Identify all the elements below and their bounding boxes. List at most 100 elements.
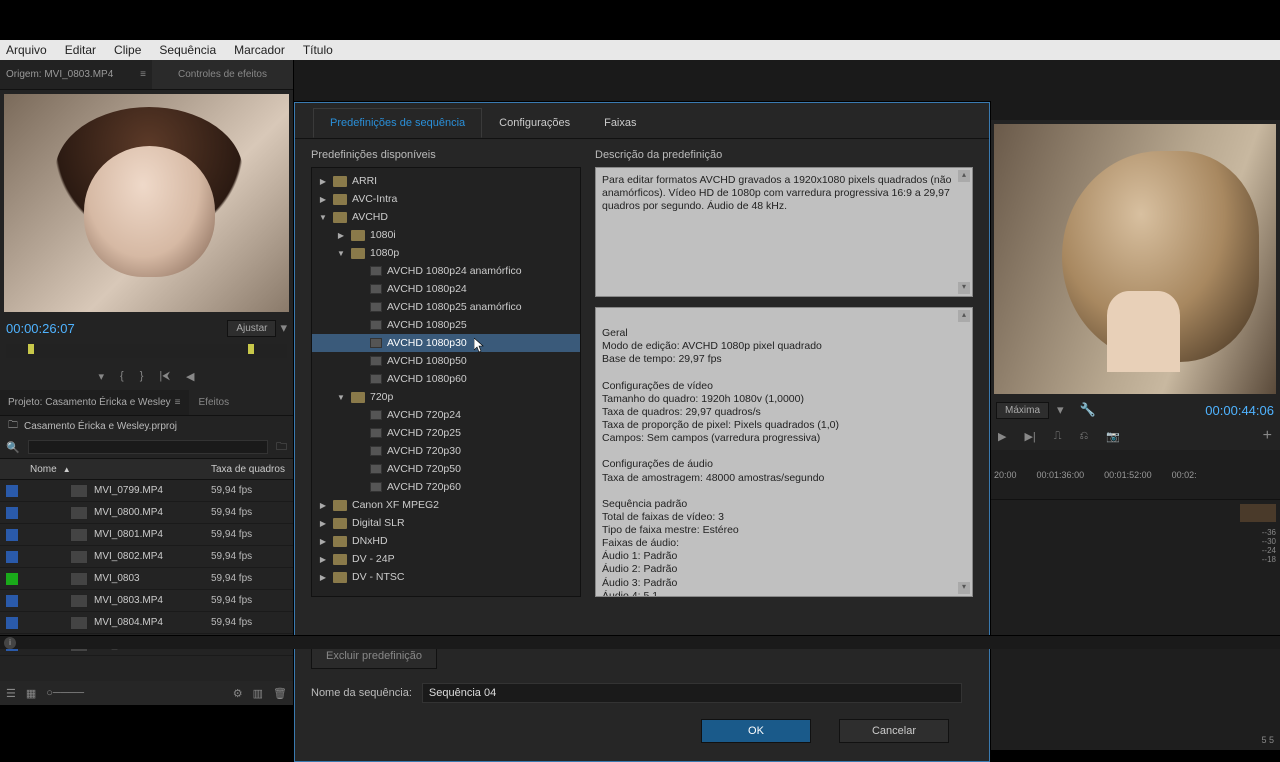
menu-clip[interactable]: Clipe [114, 43, 141, 57]
preset-item[interactable]: AVCHD 720p60 [312, 478, 580, 496]
label-color-swatch[interactable] [6, 617, 18, 629]
menu-file[interactable]: Arquivo [6, 43, 47, 57]
preset-item[interactable]: AVCHD 1080p24 [312, 280, 580, 298]
panel-menu-icon[interactable]: ≡ [140, 69, 146, 80]
preset-folder[interactable]: 720p [312, 388, 580, 406]
export-frame-icon[interactable]: 📷 [1106, 430, 1120, 443]
source-zoom-dropdown[interactable]: Ajustar [227, 320, 276, 337]
program-timecode[interactable]: 00:00:44:06 [1205, 403, 1274, 418]
preset-item[interactable]: AVCHD 1080p25 [312, 316, 580, 334]
zoom-slider[interactable]: ○──── [46, 687, 84, 699]
panel-menu-icon[interactable]: ≡ [175, 397, 181, 408]
in-point-marker[interactable] [28, 344, 34, 354]
project-item-row[interactable]: MVI_0804.MP459,94 fps [0, 612, 293, 634]
preset-folder[interactable]: DV - 24P [312, 550, 580, 568]
preset-item[interactable]: AVCHD 1080p30 [312, 334, 580, 352]
program-monitor-viewport[interactable] [994, 124, 1276, 394]
program-quality-dropdown[interactable]: Máxima [996, 402, 1049, 419]
preset-item[interactable]: AVCHD 1080p24 anamórfico [312, 262, 580, 280]
label-color-swatch[interactable] [6, 529, 18, 541]
cancel-button[interactable]: Cancelar [839, 719, 949, 743]
info-icon[interactable]: i [4, 637, 16, 649]
preset-folder[interactable]: Canon XF MPEG2 [312, 496, 580, 514]
step-forward-icon[interactable]: ▶| [1024, 430, 1035, 443]
effects-tab[interactable]: Efeitos [199, 397, 230, 408]
preset-folder[interactable]: Digital SLR [312, 514, 580, 532]
preset-folder[interactable]: DV - NTSC [312, 568, 580, 586]
add-marker-icon[interactable]: ▾ [98, 370, 104, 383]
project-item-row[interactable]: MVI_080359,94 fps [0, 568, 293, 590]
step-back-icon[interactable]: ◀ [186, 370, 194, 383]
disclosure-arrow-icon[interactable] [318, 195, 328, 204]
project-item-row[interactable]: MVI_0800.MP459,94 fps [0, 502, 293, 524]
label-color-swatch[interactable] [6, 573, 18, 585]
scroll-up-icon[interactable]: ▴ [958, 170, 970, 182]
new-bin-icon[interactable]: 🗀 [276, 438, 287, 457]
source-monitor-viewport[interactable] [4, 94, 289, 312]
out-point-marker[interactable] [248, 344, 254, 354]
source-tab-origin[interactable]: Origem: MVI_0803.MP4 [6, 69, 113, 80]
disclosure-arrow-icon[interactable] [318, 501, 328, 510]
disclosure-arrow-icon[interactable] [318, 519, 328, 528]
label-color-swatch[interactable] [6, 595, 18, 607]
extract-icon[interactable]: ⎌ [1080, 430, 1089, 443]
settings-wrench-icon[interactable]: 🔧 [1080, 402, 1096, 418]
menu-edit[interactable]: Editar [65, 43, 96, 57]
menu-title[interactable]: Título [303, 43, 333, 57]
disclosure-arrow-icon[interactable] [336, 249, 346, 258]
ok-button[interactable]: OK [701, 719, 811, 743]
scroll-down-icon[interactable]: ▾ [958, 282, 970, 294]
list-view-icon[interactable]: ☰ [6, 687, 16, 700]
project-item-row[interactable]: MVI_0799.MP459,94 fps [0, 480, 293, 502]
preset-folder[interactable]: AVCHD [312, 208, 580, 226]
column-name-header[interactable]: Nome [30, 464, 57, 475]
disclosure-arrow-icon[interactable] [318, 213, 328, 222]
disclosure-arrow-icon[interactable] [318, 177, 328, 186]
search-icon[interactable]: 🔍 [6, 441, 20, 454]
preset-folder[interactable]: 1080p [312, 244, 580, 262]
preset-item[interactable]: AVCHD 720p25 [312, 424, 580, 442]
project-item-row[interactable]: MVI_0803.MP459,94 fps [0, 590, 293, 612]
label-color-swatch[interactable] [6, 551, 18, 563]
project-item-row[interactable]: MVI_0802.MP459,94 fps [0, 546, 293, 568]
preset-folder[interactable]: ARRI [312, 172, 580, 190]
timeline-ruler[interactable]: 20:00 00:01:36:00 00:01:52:00 00:02: [990, 450, 1280, 500]
disclosure-arrow-icon[interactable] [318, 573, 328, 582]
source-timecode[interactable]: 00:00:26:07 [6, 321, 75, 336]
preset-item[interactable]: AVCHD 720p30 [312, 442, 580, 460]
tab-tracks[interactable]: Faixas [587, 108, 653, 138]
mark-out-icon[interactable]: } [140, 370, 144, 382]
scroll-down-icon[interactable]: ▾ [958, 582, 970, 594]
trash-icon[interactable]: 🗑 [273, 687, 287, 700]
preset-folder[interactable]: AVC-Intra [312, 190, 580, 208]
disclosure-arrow-icon[interactable] [336, 231, 346, 240]
preset-tree[interactable]: ARRIAVC-IntraAVCHD1080i1080pAVCHD 1080p2… [311, 167, 581, 597]
mark-in-icon[interactable]: { [120, 370, 124, 382]
project-tab[interactable]: Projeto: Casamento Éricka e Wesley [8, 397, 171, 408]
tab-settings[interactable]: Configurações [482, 108, 587, 138]
preset-folder[interactable]: 1080i [312, 226, 580, 244]
preset-item[interactable]: AVCHD 1080p60 [312, 370, 580, 388]
preset-item[interactable]: AVCHD 720p50 [312, 460, 580, 478]
button-editor-plus-icon[interactable]: + [1263, 427, 1272, 445]
sort-asc-icon[interactable]: ▲ [63, 465, 71, 474]
lift-icon[interactable]: ⎍ [1054, 430, 1062, 443]
scroll-up-icon[interactable]: ▴ [958, 310, 970, 322]
project-search-input[interactable] [28, 440, 268, 454]
disclosure-arrow-icon[interactable] [318, 537, 328, 546]
project-item-row[interactable]: MVI_0801.MP459,94 fps [0, 524, 293, 546]
preset-item[interactable]: AVCHD 1080p50 [312, 352, 580, 370]
preset-item[interactable]: AVCHD 720p24 [312, 406, 580, 424]
play-icon[interactable]: ▶ [998, 430, 1006, 443]
icon-view-icon[interactable]: ▦ [26, 687, 36, 700]
find-icon[interactable]: ⚙ [233, 687, 243, 700]
tab-sequence-presets[interactable]: Predefinições de sequência [313, 108, 482, 138]
new-item-icon[interactable]: ▥ [253, 687, 263, 700]
column-fps-header[interactable]: Taxa de quadros [211, 464, 285, 475]
preset-folder[interactable]: DNxHD [312, 532, 580, 550]
go-to-in-icon[interactable]: |⮜ [159, 370, 170, 383]
source-timeline-scrubber[interactable] [6, 344, 287, 358]
disclosure-arrow-icon[interactable] [336, 393, 346, 402]
label-color-swatch[interactable] [6, 507, 18, 519]
label-color-swatch[interactable] [6, 485, 18, 497]
